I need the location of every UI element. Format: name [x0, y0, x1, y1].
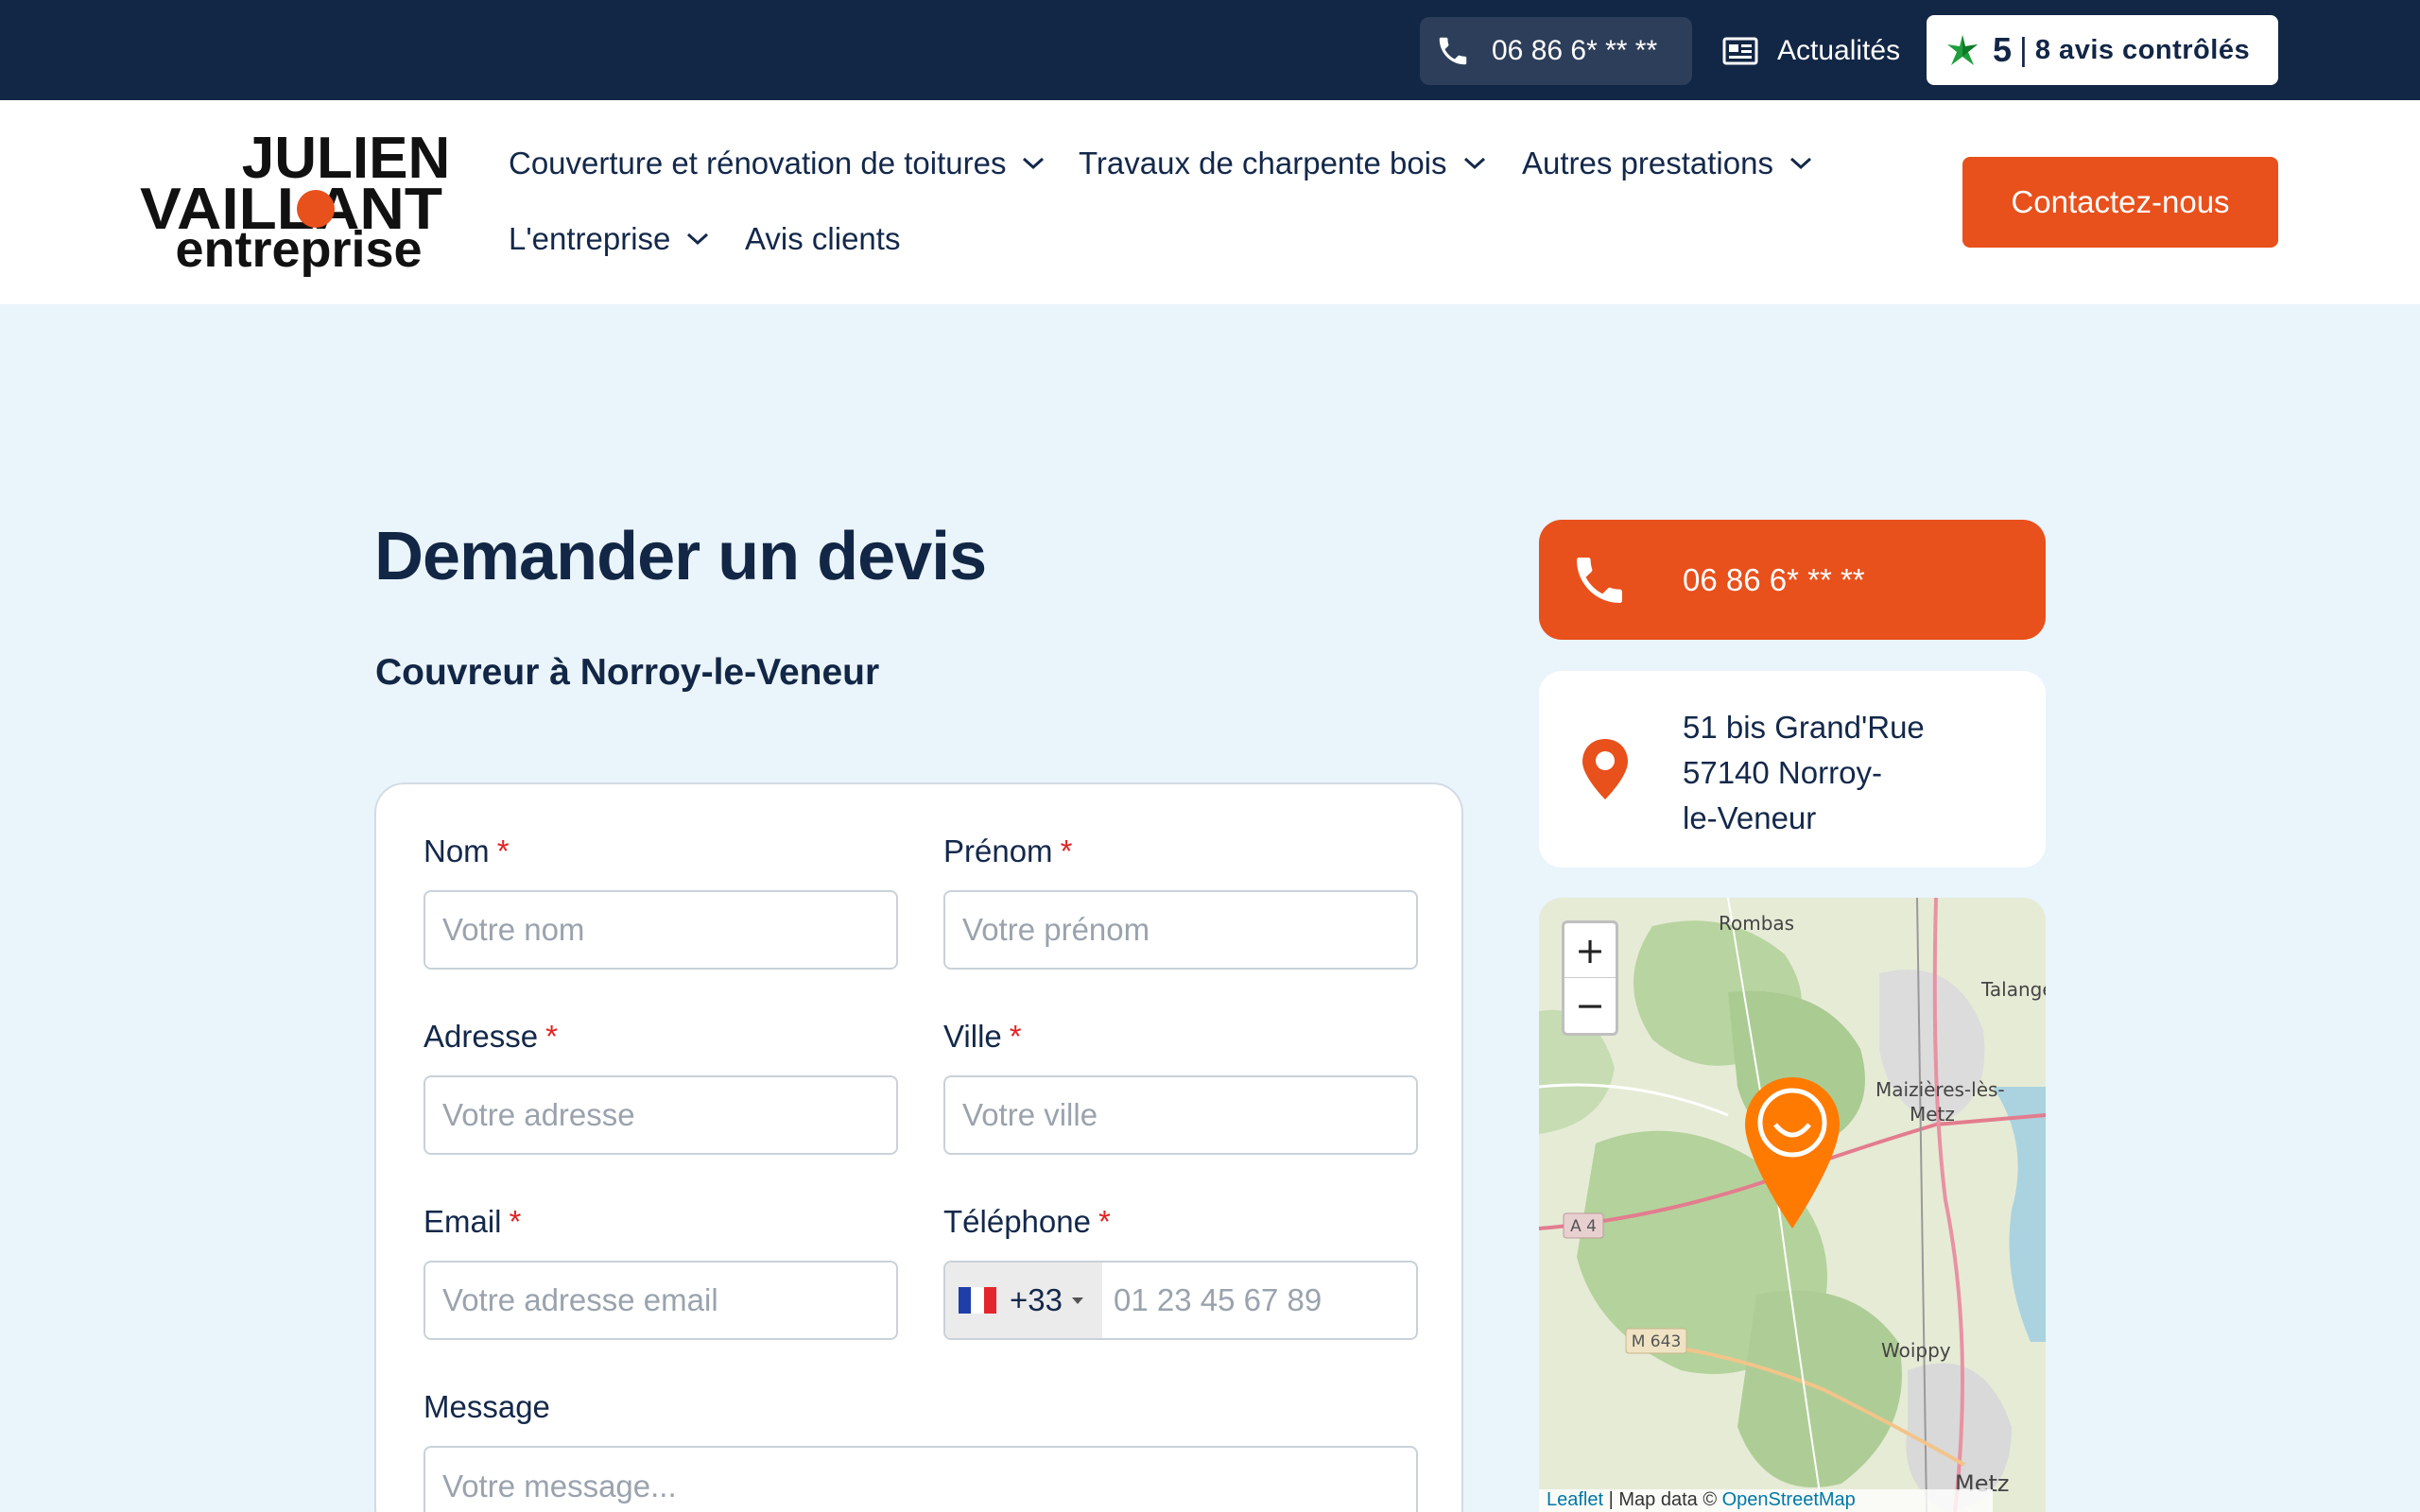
chevron-down-icon: [687, 232, 709, 246]
nav-charpente-label: Travaux de charpente bois: [1079, 146, 1447, 180]
prenom-input[interactable]: Votre prénom: [943, 890, 1418, 970]
map-zoom-control: + −: [1562, 920, 1618, 1036]
company-logo[interactable]: JULIEN VAILLANT entreprise: [140, 123, 448, 284]
zoom-in-button[interactable]: +: [1564, 923, 1616, 978]
address-card: 51 bis Grand'Rue 57140 Norroy- le-Veneur: [1539, 671, 2046, 868]
top-phone-number: 06 86 6* ** **: [1492, 35, 1658, 66]
chevron-down-icon: [1789, 157, 1811, 170]
ville-label: Ville *: [943, 1019, 1022, 1054]
map-attribution: Leaflet | Map data © OpenStreetMap: [1539, 1489, 1993, 1512]
phone-icon: [1439, 37, 1467, 65]
osm-link[interactable]: OpenStreetMap: [1722, 1489, 1856, 1510]
nav-avis-clients[interactable]: Avis clients: [745, 221, 900, 257]
message-textarea[interactable]: Votre message...: [424, 1446, 1418, 1512]
contact-button[interactable]: Contactez-nous: [1962, 157, 2278, 248]
map-label-woippy: Woippy: [1881, 1339, 1951, 1362]
nav-entreprise[interactable]: L'entreprise: [509, 221, 710, 257]
dial-code: +33: [1010, 1282, 1063, 1317]
site-header: JULIEN VAILLANT entreprise Couverture et…: [0, 100, 2420, 304]
address-line3: le-Veneur: [1683, 800, 1817, 835]
nav-autres-label: Autres prestations: [1522, 146, 1773, 180]
chevron-down-icon: [1023, 157, 1045, 170]
logo-line3: entreprise: [175, 221, 422, 278]
sidebar-phone-number: 06 86 6* ** **: [1683, 561, 1865, 597]
email-input[interactable]: Votre adresse email: [424, 1261, 898, 1340]
nav-couverture[interactable]: Couverture et rénovation de toitures: [509, 146, 1046, 181]
nav-avis-label: Avis clients: [745, 221, 901, 256]
caret-down-icon: [1071, 1297, 1083, 1304]
telephone-label: Téléphone *: [943, 1204, 1111, 1239]
sidebar-phone-button[interactable]: 06 86 6* ** **: [1539, 520, 2046, 640]
message-label: Message: [424, 1389, 550, 1424]
page-title: Demander un devis: [374, 519, 987, 594]
nom-input[interactable]: Votre nom: [424, 890, 898, 970]
top-bar: 06 86 6* ** ** Actualités 5 | 8 avis con…: [0, 0, 2420, 100]
reviews-separator: |: [2019, 31, 2028, 68]
quote-form: Nom * Votre nom Prénom * Votre prénom Adre…: [374, 782, 1463, 1512]
map-label-maizieres-1: Maizières-lès-: [1876, 1078, 2005, 1101]
news-label: Actualités: [1777, 35, 1901, 66]
nav-autres-prestations[interactable]: Autres prestations: [1522, 146, 1813, 181]
attribution-text: | Map data ©: [1603, 1489, 1722, 1510]
page-subtitle: Couvreur à Norroy-le-Veneur: [375, 652, 880, 693]
reviews-text: 8 avis contrôlés: [2034, 34, 2251, 65]
reviews-score: 5: [1993, 30, 2013, 69]
email-label: Email *: [424, 1204, 522, 1239]
map-label-a4: A 4: [1570, 1217, 1597, 1236]
nom-label: Nom *: [424, 833, 510, 868]
nav-entreprise-label: L'entreprise: [509, 221, 671, 256]
address-line2: 57140 Norroy-: [1683, 755, 1882, 790]
adresse-input[interactable]: Votre adresse: [424, 1075, 898, 1155]
required-mark: *: [1098, 1204, 1111, 1239]
review-star-icon: [1947, 35, 1978, 65]
map-label-m643: M 643: [1632, 1332, 1682, 1351]
chevron-down-icon: [1463, 157, 1485, 170]
map-label-talange: Talange: [1980, 978, 2046, 1001]
zoom-out-button[interactable]: −: [1564, 978, 1616, 1033]
phone-icon: [1577, 557, 1622, 603]
reviews-badge[interactable]: 5 | 8 avis contrôlés: [1927, 15, 2278, 85]
telephone-placeholder: 01 23 45 67 89: [1114, 1282, 1322, 1317]
top-phone-button[interactable]: 06 86 6* ** **: [1420, 17, 1692, 85]
required-mark: *: [496, 833, 510, 868]
adresse-label: Adresse *: [424, 1019, 558, 1054]
location-map[interactable]: Rombas Talange Maizières-lès- Metz Woipp…: [1539, 898, 2046, 1512]
prenom-label: Prénom *: [943, 833, 1073, 868]
map-label-rombas: Rombas: [1719, 912, 1794, 935]
telephone-input[interactable]: +33 01 23 45 67 89: [943, 1261, 1418, 1340]
newspaper-icon: [1722, 37, 1758, 65]
news-link[interactable]: Actualités: [1722, 17, 1900, 85]
address-line1: 51 bis Grand'Rue: [1683, 710, 1925, 745]
france-flag-icon: [959, 1287, 996, 1314]
required-mark: *: [509, 1204, 522, 1239]
required-mark: *: [1060, 833, 1073, 868]
address-text: 51 bis Grand'Rue 57140 Norroy- le-Veneur: [1683, 705, 1966, 841]
required-mark: *: [1009, 1019, 1022, 1054]
nav-charpente[interactable]: Travaux de charpente bois: [1079, 146, 1487, 181]
country-code-select[interactable]: +33: [945, 1263, 1102, 1338]
ville-input[interactable]: Votre ville: [943, 1075, 1418, 1155]
required-mark: *: [545, 1019, 558, 1054]
nav-couverture-label: Couverture et rénovation de toitures: [509, 146, 1007, 180]
location-pin-icon: [1582, 739, 1628, 799]
map-label-maizieres-2: Metz: [1910, 1103, 1955, 1125]
leaflet-link[interactable]: Leaflet: [1547, 1489, 1603, 1510]
